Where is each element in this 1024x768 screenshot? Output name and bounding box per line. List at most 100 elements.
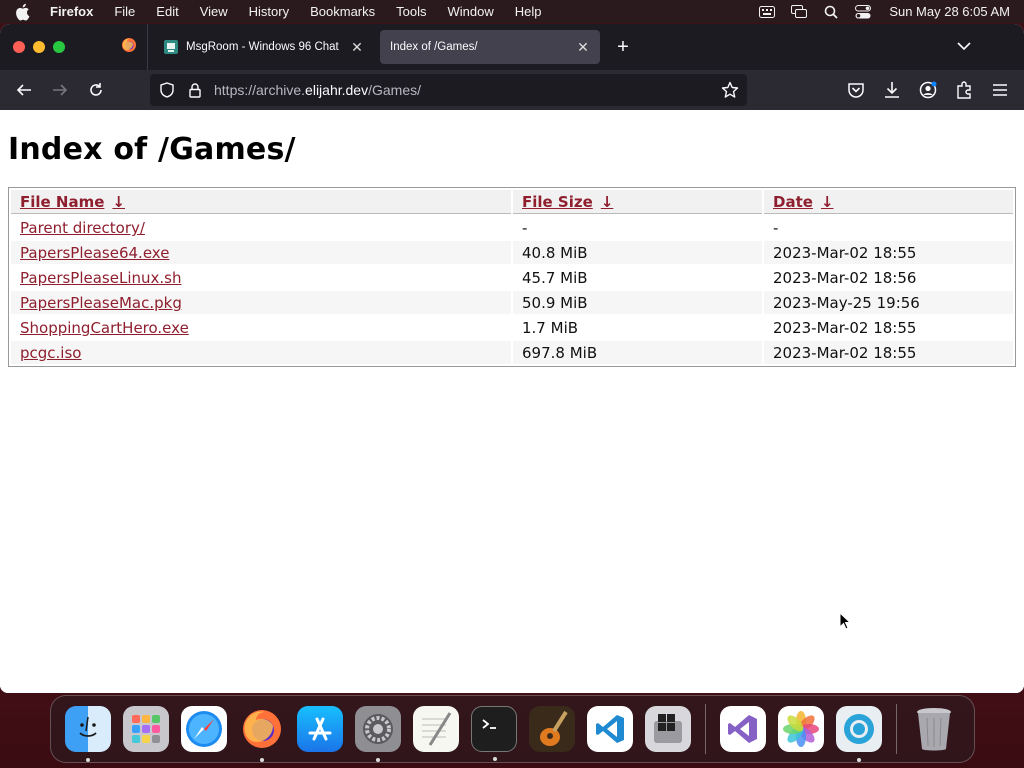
pinned-tab-firefox[interactable] — [110, 24, 148, 70]
url-domain: elijahr.dev — [305, 82, 369, 98]
file-size-cell: 40.8 MiB — [513, 241, 762, 264]
url-path: /Games/ — [368, 82, 421, 98]
file-date-cell: 2023-Mar-02 18:55 — [764, 241, 1013, 264]
page-title: Index of /Games/ — [8, 132, 296, 167]
macos-menu-bar: Firefox File Edit View History Bookmarks… — [0, 0, 1024, 23]
back-arrow-icon[interactable] — [10, 76, 38, 104]
extensions-icon[interactable] — [954, 80, 974, 100]
file-size-cell: 45.7 MiB — [522, 269, 588, 287]
file-link[interactable]: ShoppingCartHero.exe — [20, 319, 189, 337]
column-label: File Name — [20, 193, 105, 211]
macos-dock — [50, 695, 975, 763]
sort-arrow-down-icon: ↓ — [112, 193, 125, 211]
page-content: Index of /Games/ File Name ↓ File Size ↓ D… — [0, 110, 1024, 693]
menu-tools[interactable]: Tools — [396, 4, 426, 19]
screen-mirroring-icon[interactable] — [791, 5, 808, 19]
table-row: PapersPleaseLinux.sh 45.7 MiB 2023-Mar-0… — [11, 266, 1013, 289]
menu-edit[interactable]: Edit — [156, 4, 178, 19]
finder-icon[interactable] — [65, 706, 111, 762]
lock-icon[interactable] — [186, 81, 204, 99]
table-row: PapersPleaseMac.pkg 50.9 MiB 2023-May-25… — [11, 291, 1013, 314]
table-row: PapersPlease64.exe 40.8 MiB 2023-Mar-02 … — [11, 241, 1013, 264]
tab-title: MsgRoom - Windows 96 Chat — [186, 41, 339, 53]
menu-file[interactable]: File — [114, 4, 135, 19]
vscode-icon[interactable] — [587, 706, 633, 752]
launchpad-icon[interactable] — [123, 706, 169, 752]
window-controls — [0, 41, 110, 53]
column-label: Date — [773, 193, 813, 211]
file-link[interactable]: pcgc.iso — [20, 344, 81, 362]
running-indicator — [857, 758, 861, 762]
menu-window[interactable]: Window — [448, 4, 494, 19]
menu-history[interactable]: History — [249, 4, 289, 19]
address-bar[interactable]: https://archive.elijahr.dev/Games/ — [150, 74, 747, 106]
url-text[interactable]: https://archive.elijahr.dev/Games/ — [214, 82, 721, 98]
sort-arrow-down-icon: ↓ — [600, 193, 614, 211]
garageband-icon[interactable] — [529, 706, 575, 752]
file-date-cell: 2023-Mar-02 18:55 — [773, 319, 917, 337]
reload-icon[interactable] — [82, 76, 110, 104]
safari-icon[interactable] — [181, 706, 227, 752]
menu-help[interactable]: Help — [515, 4, 542, 19]
tab-bar: MsgRoom - Windows 96 Chat ✕ Index of /Ga… — [0, 24, 1024, 70]
control-center-icon[interactable] — [855, 4, 872, 19]
bookmark-star-icon[interactable] — [721, 81, 739, 99]
file-name-cell: pcgc.iso — [11, 341, 511, 364]
column-header-size: File Size ↓ — [513, 190, 762, 214]
running-indicator — [260, 758, 264, 762]
parent-directory-link[interactable]: Parent directory/ — [20, 219, 145, 237]
firefox-icon — [121, 37, 137, 58]
column-label: File Size — [522, 193, 593, 211]
file-size-cell: 697.8 MiB — [513, 341, 762, 364]
file-size-cell: 1.7 MiB — [522, 319, 579, 337]
tab-index-games[interactable]: Index of /Games/ ✕ — [380, 30, 600, 64]
account-icon[interactable] — [918, 80, 938, 100]
spotlight-search-icon[interactable] — [823, 5, 839, 19]
forward-arrow-icon[interactable] — [46, 76, 74, 104]
minimize-window-button[interactable] — [33, 41, 45, 53]
menu-bookmarks[interactable]: Bookmarks — [310, 4, 375, 19]
tab-msgroom[interactable]: MsgRoom - Windows 96 Chat ✕ — [154, 30, 374, 64]
file-link[interactable]: PapersPleaseMac.pkg — [20, 294, 182, 312]
running-indicator — [376, 758, 380, 762]
apple-icon[interactable] — [14, 3, 32, 21]
pocket-icon[interactable] — [846, 80, 866, 100]
menu-app-name[interactable]: Firefox — [50, 4, 93, 19]
proxyman-icon[interactable] — [836, 706, 882, 762]
close-window-button[interactable] — [13, 41, 25, 53]
boot-camp-icon[interactable] — [645, 706, 691, 752]
sort-by-size-link[interactable]: File Size ↓ — [522, 193, 613, 211]
textedit-icon[interactable] — [413, 706, 459, 752]
downloads-icon[interactable] — [882, 80, 902, 100]
toolbar-right — [846, 80, 1014, 100]
menubar-clock[interactable]: Sun May 28 6:05 AM — [889, 4, 1010, 19]
tracking-protection-shield-icon[interactable] — [158, 81, 176, 99]
input-source-icon[interactable] — [759, 5, 776, 19]
photos-icon[interactable] — [778, 706, 824, 752]
running-indicator — [493, 757, 497, 761]
close-tab-icon[interactable]: ✕ — [350, 39, 364, 56]
file-name-cell: Parent directory/ — [11, 216, 511, 239]
terminal-icon[interactable] — [471, 706, 517, 761]
table-row: ShoppingCartHero.exe 1.7 MiB 2023-Mar-02… — [11, 316, 1013, 339]
file-link[interactable]: PapersPlease64.exe — [20, 244, 169, 262]
close-tab-icon[interactable]: ✕ — [576, 39, 590, 56]
file-size-cell: 50.9 MiB — [513, 291, 762, 314]
app-store-icon[interactable] — [297, 706, 343, 752]
file-link[interactable]: PapersPleaseLinux.sh — [20, 269, 181, 287]
sort-by-name-link[interactable]: File Name ↓ — [20, 193, 125, 211]
hamburger-menu-icon[interactable] — [990, 80, 1010, 100]
system-settings-icon[interactable] — [355, 706, 401, 762]
visual-studio-icon[interactable] — [720, 706, 766, 752]
msgroom-favicon-icon — [164, 40, 178, 54]
list-all-tabs-chevron-down-icon[interactable] — [956, 38, 972, 54]
zoom-window-button[interactable] — [53, 41, 65, 53]
table-header-row: File Name ↓ File Size ↓ Date ↓ — [11, 190, 1013, 214]
sort-by-date-link[interactable]: Date ↓ — [773, 193, 834, 211]
new-tab-button[interactable]: + — [612, 36, 634, 59]
firefox-icon[interactable] — [239, 706, 285, 762]
trash-icon[interactable] — [911, 706, 957, 752]
running-indicator — [86, 758, 90, 762]
file-date-cell: 2023-Mar-02 18:56 — [773, 269, 917, 287]
menu-view[interactable]: View — [200, 4, 228, 19]
